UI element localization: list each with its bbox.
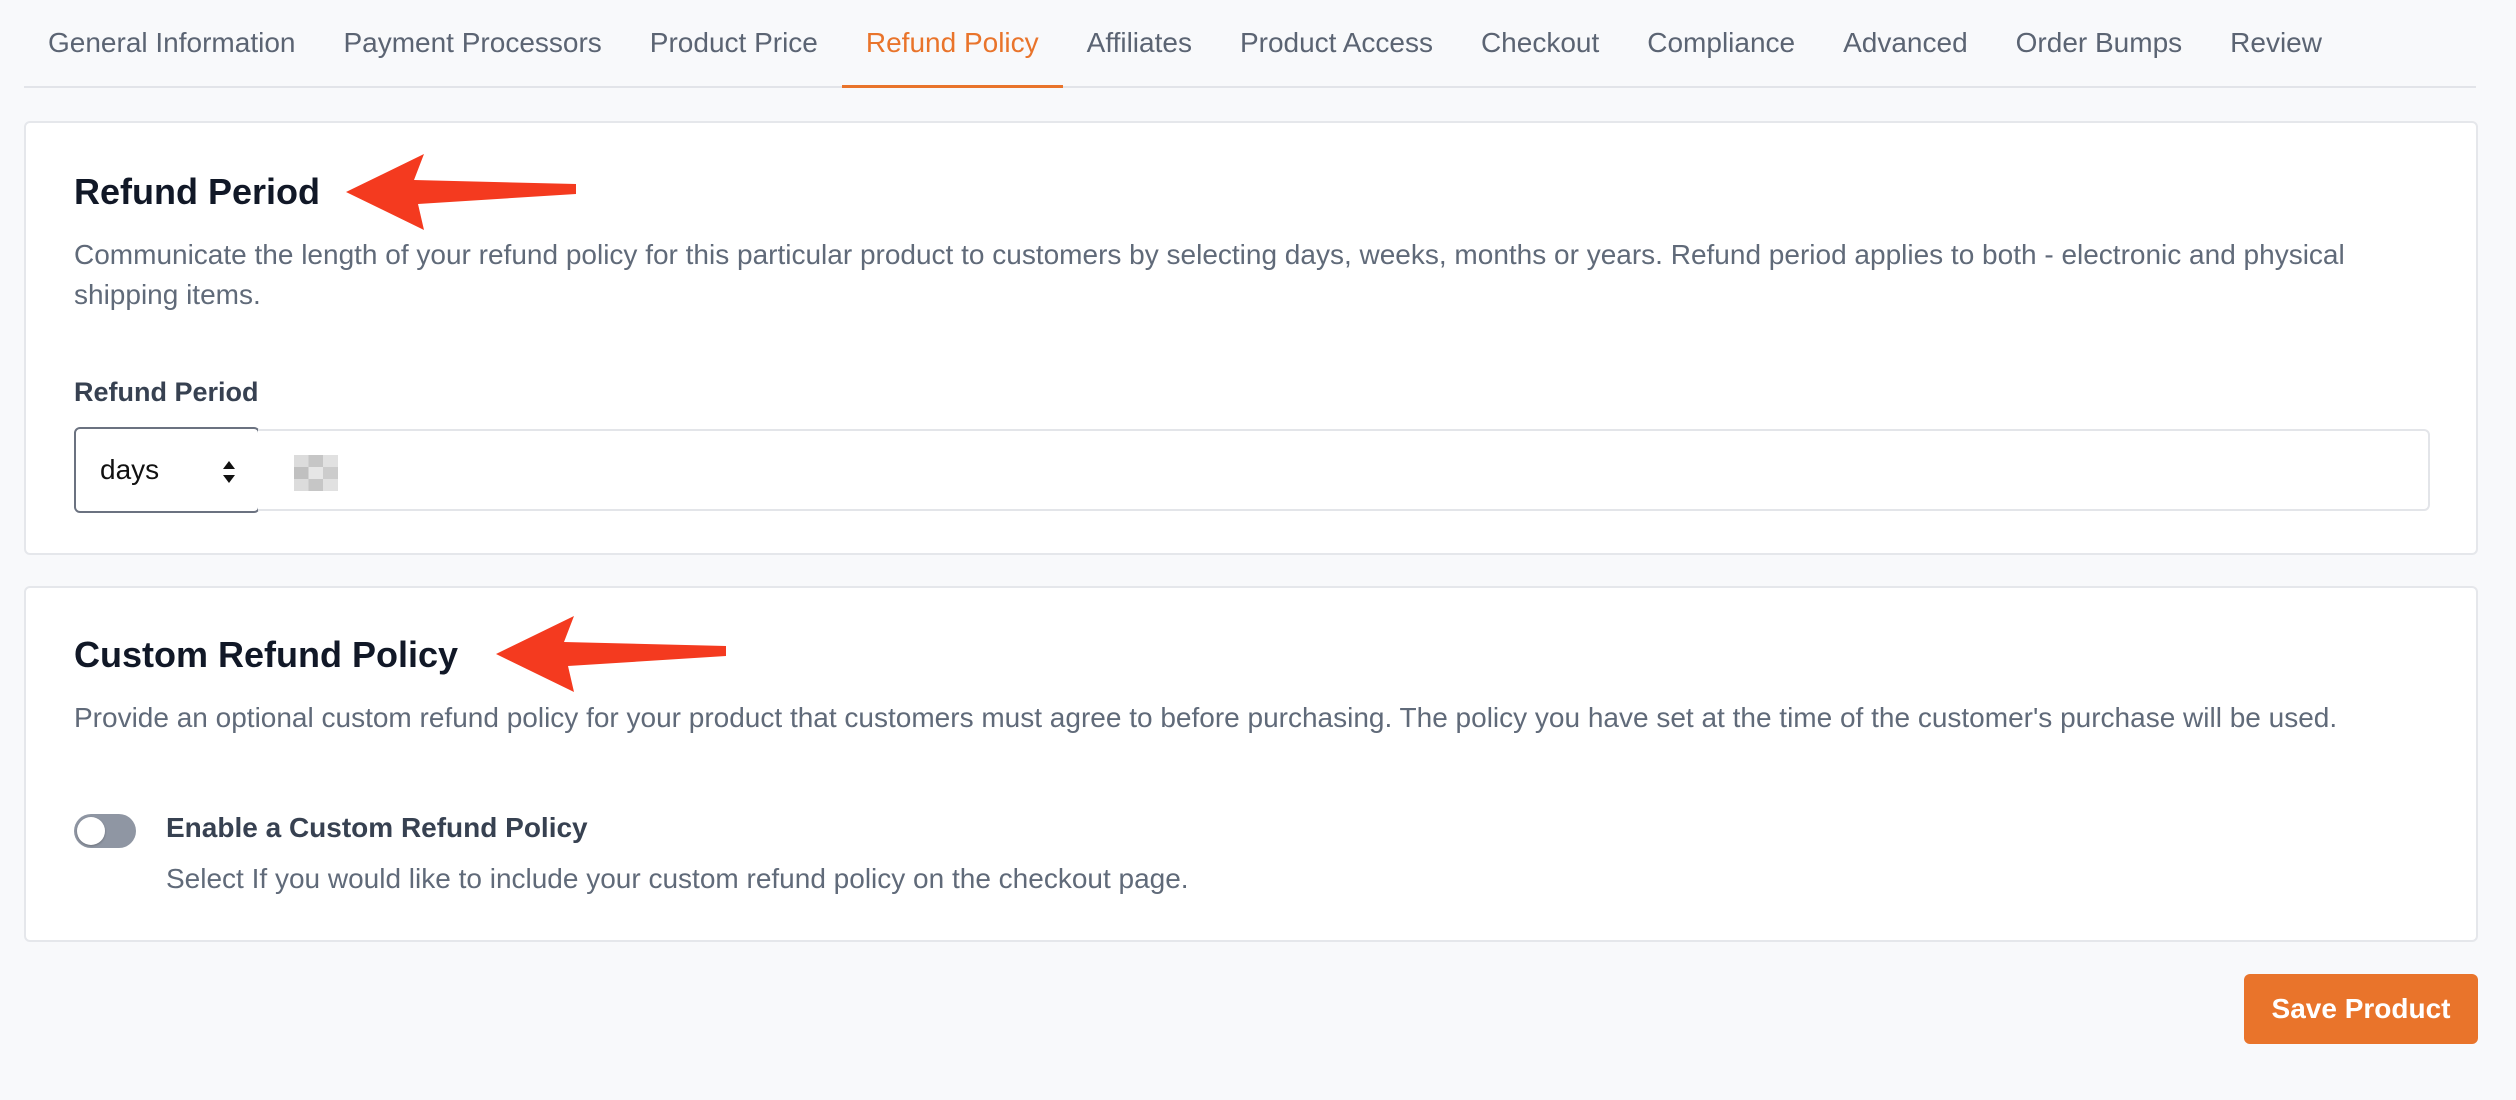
annotation-arrow-icon (496, 616, 726, 692)
redacted-value (294, 455, 338, 491)
tab-order-bumps[interactable]: Order Bumps (1992, 0, 2207, 86)
tab-review[interactable]: Review (2206, 0, 2346, 86)
tab-product-price[interactable]: Product Price (626, 0, 842, 86)
custom-refund-policy-toggle-help: Select If you would like to include your… (166, 863, 1189, 894)
refund-period-description: Communicate the length of your refund po… (74, 239, 2345, 310)
refund-period-title: Refund Period (74, 171, 321, 212)
tab-affiliates[interactable]: Affiliates (1063, 0, 1216, 86)
save-product-button[interactable]: Save Product (2244, 974, 2478, 1044)
toggle-knob (77, 817, 105, 845)
tab-product-access[interactable]: Product Access (1216, 0, 1457, 86)
tab-bar: General Information Payment Processors P… (24, 0, 2476, 88)
tab-compliance[interactable]: Compliance (1623, 0, 1819, 86)
tab-advanced[interactable]: Advanced (1819, 0, 1992, 86)
select-arrows-icon (223, 461, 235, 483)
tab-general-information[interactable]: General Information (24, 0, 319, 86)
tab-checkout[interactable]: Checkout (1457, 0, 1623, 86)
refund-period-field-label: Refund Period (74, 377, 259, 407)
refund-unit-select[interactable]: days (74, 427, 260, 513)
refund-unit-selected-value: days (100, 454, 160, 485)
custom-refund-policy-toggle[interactable] (74, 814, 136, 848)
custom-refund-policy-card: Custom Refund Policy Provide an optional… (24, 586, 2478, 942)
refund-period-input[interactable] (258, 429, 2430, 511)
custom-refund-policy-description: Provide an optional custom refund policy… (74, 702, 2338, 733)
custom-refund-policy-title: Custom Refund Policy (74, 634, 459, 675)
tab-refund-policy[interactable]: Refund Policy (841, 0, 1063, 88)
custom-refund-policy-toggle-label: Enable a Custom Refund Policy (166, 812, 588, 843)
tab-payment-processors[interactable]: Payment Processors (319, 0, 625, 86)
annotation-arrow-icon (346, 154, 576, 230)
refund-period-field: days (74, 427, 2430, 513)
